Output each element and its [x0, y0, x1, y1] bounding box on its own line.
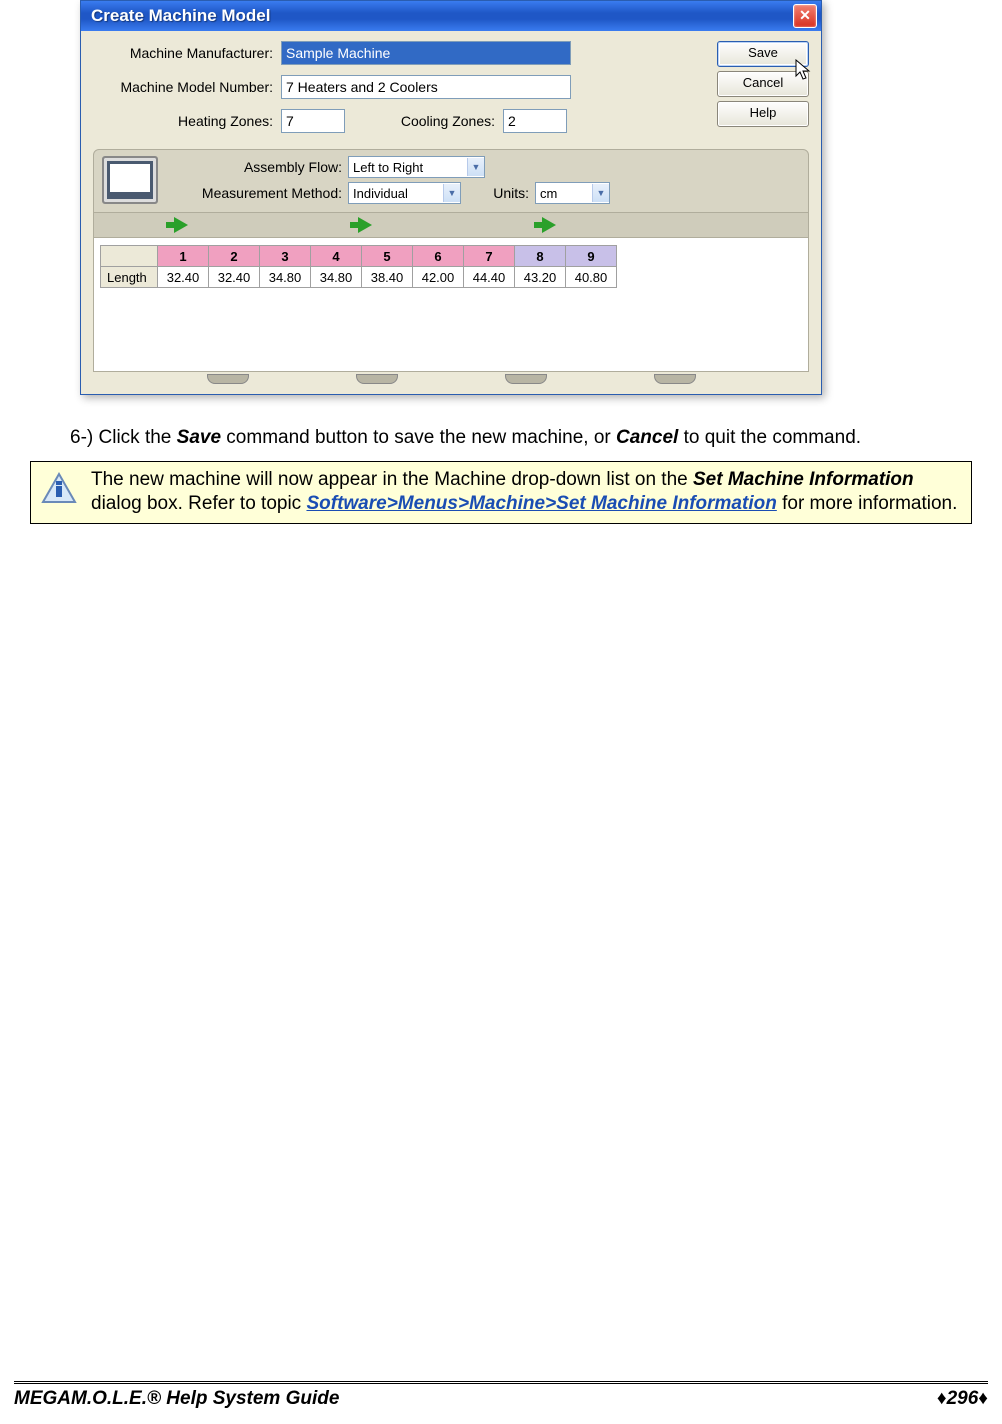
method-select[interactable]: Individual ▼	[348, 182, 461, 204]
zone-table: 123456789 Length32.4032.4034.8034.8038.4…	[100, 245, 617, 288]
chevron-down-icon: ▼	[467, 158, 484, 176]
page-footer: MEGAM.O.L.E.® Help System Guide ♦296♦	[14, 1381, 988, 1410]
save-button[interactable]: Save	[717, 41, 809, 67]
zone-header: 5	[362, 246, 413, 267]
machine-feet	[93, 372, 809, 386]
units-select[interactable]: cm ▼	[535, 182, 610, 204]
zone-cell: 43.20	[515, 267, 566, 288]
heating-label: Heating Zones:	[93, 113, 281, 129]
titlebar: Create Machine Model ✕	[81, 1, 821, 31]
model-input[interactable]	[281, 75, 571, 99]
info-note: The new machine will now appear in the M…	[30, 461, 972, 524]
zone-cell: 42.00	[413, 267, 464, 288]
dialog-title: Create Machine Model	[91, 6, 271, 26]
zone-cell: 32.40	[158, 267, 209, 288]
zone-header: 6	[413, 246, 464, 267]
arrow-right-icon	[358, 217, 372, 233]
method-label: Measurement Method:	[170, 185, 348, 201]
flow-select[interactable]: Left to Right ▼	[348, 156, 485, 178]
units-label: Units:	[473, 185, 535, 201]
flow-arrows	[94, 212, 808, 238]
zone-header: 7	[464, 246, 515, 267]
chevron-down-icon: ▼	[592, 184, 609, 202]
zone-cell: 34.80	[311, 267, 362, 288]
info-icon	[41, 472, 77, 508]
zone-cell: 34.80	[260, 267, 311, 288]
create-machine-dialog: Create Machine Model ✕ Machine Manufactu…	[80, 0, 822, 395]
manufacturer-label: Machine Manufacturer:	[93, 45, 281, 61]
zone-header: 2	[209, 246, 260, 267]
machine-panel: Assembly Flow: Left to Right ▼ Measureme…	[93, 149, 809, 372]
zone-header: 4	[311, 246, 362, 267]
arrow-right-icon	[174, 217, 188, 233]
heating-input[interactable]	[281, 109, 345, 133]
flow-label: Assembly Flow:	[170, 159, 348, 175]
cooling-input[interactable]	[503, 109, 567, 133]
instruction-step-6: 6-) Click the Save command button to sav…	[40, 425, 962, 451]
row-label: Length	[101, 267, 158, 288]
arrow-right-icon	[542, 217, 556, 233]
zone-header: 9	[566, 246, 617, 267]
zone-cell: 32.40	[209, 267, 260, 288]
monitor-icon	[102, 156, 158, 204]
cooling-label: Cooling Zones:	[385, 113, 503, 129]
zone-header: 8	[515, 246, 566, 267]
zone-header: 3	[260, 246, 311, 267]
help-button[interactable]: Help	[717, 101, 809, 127]
cancel-button[interactable]: Cancel	[717, 71, 809, 97]
zone-cell: 40.80	[566, 267, 617, 288]
close-icon[interactable]: ✕	[793, 4, 817, 28]
manufacturer-input[interactable]	[281, 41, 571, 65]
zone-cell: 44.40	[464, 267, 515, 288]
model-label: Machine Model Number:	[93, 79, 281, 95]
zone-header: 1	[158, 246, 209, 267]
zone-cell: 38.40	[362, 267, 413, 288]
topic-link[interactable]: Software>Menus>Machine>Set Machine Infor…	[306, 493, 776, 514]
chevron-down-icon: ▼	[443, 184, 460, 202]
page-number: ♦296♦	[937, 1388, 988, 1410]
